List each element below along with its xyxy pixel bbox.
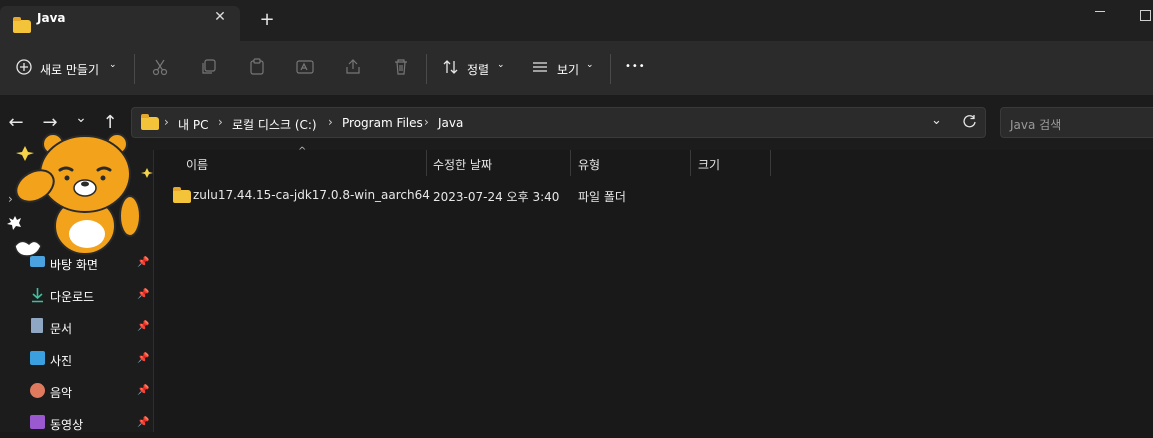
breadcrumb-this-pc[interactable]: 내 PC xyxy=(178,116,208,133)
sort-ascending-icon: ^ xyxy=(298,146,307,157)
chevron-down-icon: ⌄ xyxy=(586,60,594,70)
rename-icon xyxy=(296,60,314,74)
sidebar-item-label: 다운로드 xyxy=(50,290,95,304)
column-divider[interactable] xyxy=(690,150,691,176)
file-modified: 2023-07-24 오후 3:40 xyxy=(433,190,560,204)
toolbar-separator xyxy=(610,54,611,84)
breadcrumb-program-files[interactable]: Program Files xyxy=(342,116,423,130)
plus-circle-icon xyxy=(16,59,32,75)
address-history-chevron-icon[interactable]: ⌄ xyxy=(931,113,942,128)
sidebar-item-label: 동영상 xyxy=(50,418,84,432)
sidebar-item-label: 음악 xyxy=(50,386,73,400)
folder-icon xyxy=(13,17,31,33)
pin-icon: 📌 xyxy=(137,385,150,396)
pin-icon: 📌 xyxy=(137,417,150,428)
refresh-button[interactable] xyxy=(962,114,977,132)
copy-button[interactable] xyxy=(200,58,218,79)
delete-button[interactable] xyxy=(392,58,410,79)
share-icon xyxy=(346,59,360,74)
column-header-date-modified[interactable]: 수정한 날짜 xyxy=(433,156,492,173)
breadcrumb-java[interactable]: Java xyxy=(438,116,463,130)
sort-label: 정렬 xyxy=(467,63,490,77)
view-button[interactable] xyxy=(531,58,549,79)
pin-icon: 📌 xyxy=(137,321,150,332)
rename-button[interactable] xyxy=(296,58,314,79)
breadcrumb-chevron-icon: › xyxy=(424,115,429,129)
download-icon xyxy=(32,288,43,303)
new-button[interactable] xyxy=(15,58,33,79)
sidebar-item-downloads[interactable]: 다운로드 📌 xyxy=(0,282,153,310)
sort-icon xyxy=(443,60,458,74)
sidebar-item-label: 문서 xyxy=(50,322,73,336)
chevron-down-icon: ⌄ xyxy=(109,60,117,70)
music-icon xyxy=(30,383,45,398)
breadcrumb-chevron-icon: › xyxy=(218,115,223,129)
pin-icon: 📌 xyxy=(137,289,150,300)
scissors-icon xyxy=(152,59,168,76)
copy-icon xyxy=(202,59,216,74)
new-tab-button[interactable]: + xyxy=(258,11,276,29)
column-divider[interactable] xyxy=(426,150,427,176)
sidebar-item-pictures[interactable]: 사진 📌 xyxy=(0,346,153,374)
chevron-down-icon: ⌄ xyxy=(497,60,505,70)
view-label: 보기 xyxy=(557,63,580,77)
file-type: 파일 폴더 xyxy=(578,190,626,204)
recent-locations-icon[interactable]: ⌄ xyxy=(71,110,91,126)
tab-title: Java xyxy=(37,11,66,25)
column-header-type[interactable]: 유형 xyxy=(578,156,600,173)
tab-java[interactable] xyxy=(0,6,240,41)
new-button-label: 새로 만들기 xyxy=(40,63,100,77)
toolbar-separator xyxy=(134,54,135,84)
toolbar-separator xyxy=(426,54,427,84)
column-divider[interactable] xyxy=(570,150,571,176)
share-button[interactable] xyxy=(344,58,362,79)
refresh-icon xyxy=(963,115,976,128)
pictures-icon xyxy=(30,351,45,365)
column-divider[interactable] xyxy=(770,150,771,176)
maximize-button[interactable] xyxy=(1140,10,1151,21)
document-icon xyxy=(31,318,43,333)
sort-button[interactable] xyxy=(442,58,460,79)
breadcrumb-chevron-icon: › xyxy=(328,115,333,129)
file-name[interactable]: zulu17.44.15-ca-jdk17.0.8-win_aarch64 xyxy=(193,188,430,202)
sidebar-item-music[interactable]: 음악 📌 xyxy=(0,378,153,406)
trash-icon xyxy=(395,59,407,75)
column-header-name[interactable]: 이름 xyxy=(186,156,208,173)
paste-button[interactable] xyxy=(248,58,266,79)
tab-close-button[interactable]: ✕ xyxy=(212,9,228,25)
breadcrumb-local-disk[interactable]: 로컬 디스크 (C:) xyxy=(232,116,317,133)
sidebar-item-label: 사진 xyxy=(50,354,73,368)
sidebar-item-documents[interactable]: 문서 📌 xyxy=(0,314,153,342)
clipboard-icon xyxy=(250,58,264,75)
pin-icon: 📌 xyxy=(137,353,150,364)
video-icon xyxy=(30,415,45,429)
folder-icon xyxy=(173,187,191,203)
view-icon xyxy=(533,62,547,72)
search-placeholder: Java 검색 xyxy=(1010,118,1062,132)
more-options-button[interactable]: ••• xyxy=(625,61,646,72)
minimize-button[interactable] xyxy=(1095,11,1105,12)
sidebar-item-videos[interactable]: 동영상 📌 xyxy=(0,410,153,438)
mascot-sticker xyxy=(7,133,153,257)
cut-button[interactable] xyxy=(151,58,169,79)
column-header-size[interactable]: 크기 xyxy=(698,156,720,173)
